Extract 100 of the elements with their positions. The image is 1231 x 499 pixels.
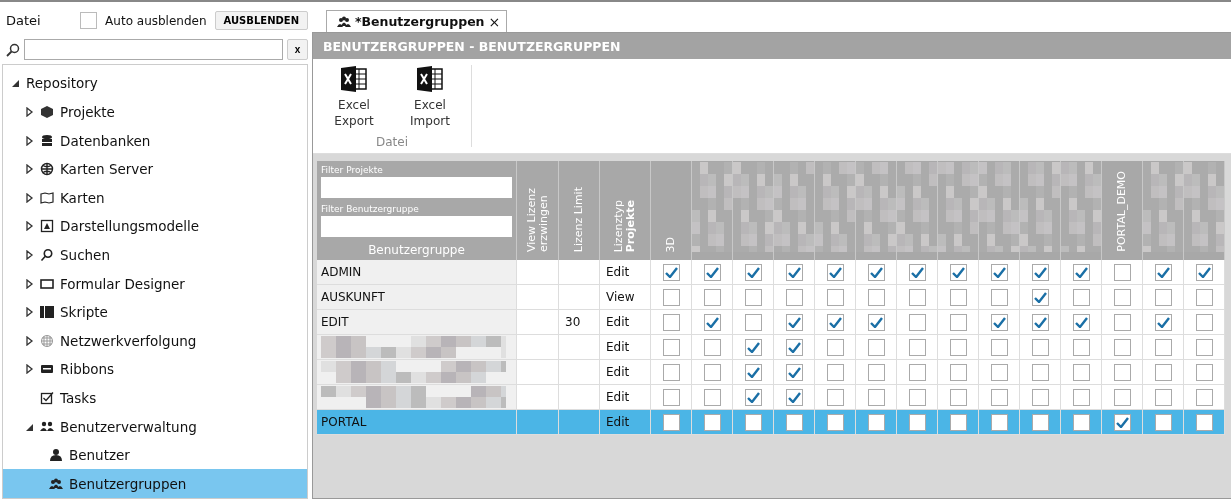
checkbox[interactable] [1154, 338, 1172, 356]
checkbox[interactable] [785, 338, 803, 356]
checkbox[interactable] [703, 263, 721, 281]
checkbox[interactable] [949, 363, 967, 381]
tree-item-row[interactable]: Karten [3, 183, 307, 213]
hide-button[interactable]: AUSBLENDEN [214, 11, 308, 31]
tree-item-row[interactable]: Suchen [3, 240, 307, 270]
checkbox[interactable] [703, 413, 721, 431]
tree-item[interactable]: Benutzergruppen [69, 475, 187, 492]
checkbox[interactable] [744, 263, 762, 281]
document-tab[interactable]: *Benutzergruppen × [326, 10, 508, 32]
checkbox[interactable] [908, 263, 926, 281]
checkbox[interactable] [867, 388, 885, 406]
checkbox[interactable] [1195, 338, 1213, 356]
checkbox[interactable] [785, 288, 803, 306]
tree-item[interactable]: Tasks [60, 389, 97, 406]
checkbox[interactable] [949, 338, 967, 356]
tree-item[interactable]: Darstellungsmodelle [60, 218, 200, 235]
ribbon-button[interactable]: Excel Import [395, 65, 465, 129]
tree-item[interactable]: Skripte [60, 304, 108, 321]
tree-item[interactable]: Benutzer [69, 447, 130, 464]
table-row-header[interactable] [317, 360, 517, 385]
checkbox[interactable] [1195, 388, 1213, 406]
checkbox[interactable] [1195, 363, 1213, 381]
checkbox[interactable] [662, 388, 680, 406]
table-row-header[interactable]: EDIT [317, 310, 517, 335]
table-row-header[interactable]: PORTAL [317, 410, 517, 435]
tree-item-row[interactable]: Tasks [3, 383, 307, 413]
checkbox[interactable] [703, 338, 721, 356]
tree-item[interactable]: Projekte [60, 104, 115, 120]
checkbox[interactable] [1031, 363, 1049, 381]
checkbox[interactable] [867, 338, 885, 356]
checkbox[interactable] [1072, 413, 1090, 431]
collapsed-arrow-icon[interactable] [25, 364, 34, 375]
checkbox[interactable] [1031, 388, 1049, 406]
checkbox[interactable] [867, 263, 885, 281]
table-row-header[interactable] [317, 335, 517, 360]
tree-item[interactable]: Karten Server [60, 161, 154, 178]
checkbox[interactable] [1195, 263, 1213, 281]
table-row-header[interactable]: AUSKUNFT [317, 285, 517, 310]
collapsed-arrow-icon[interactable] [25, 135, 34, 146]
checkbox[interactable] [1113, 288, 1131, 306]
tree-item-row[interactable]: Ribbons [3, 355, 307, 384]
tree-item[interactable]: Repository [26, 75, 98, 92]
tree-item[interactable]: Datenbanken [60, 132, 151, 149]
ribbon-button[interactable]: Excel Export [319, 65, 389, 129]
checkbox[interactable] [990, 363, 1008, 381]
checkbox[interactable] [1195, 313, 1213, 331]
tree-item[interactable]: Netzwerkverfolgung [60, 332, 197, 349]
clear-button[interactable]: x [287, 39, 308, 61]
tree-item-row[interactable]: Datenbanken [3, 126, 307, 155]
filter-field[interactable] [321, 177, 512, 198]
checkbox[interactable] [1113, 413, 1131, 431]
checkbox[interactable] [1113, 388, 1131, 406]
checkbox[interactable] [662, 313, 680, 331]
checkbox[interactable] [1072, 338, 1090, 356]
tree-item[interactable]: Karten [60, 189, 105, 206]
collapsed-arrow-icon[interactable] [25, 164, 34, 175]
checkbox[interactable] [662, 338, 680, 356]
checkbox[interactable] [703, 313, 721, 331]
checkbox[interactable] [990, 288, 1008, 306]
checkbox[interactable] [826, 363, 844, 381]
collapsed-arrow-icon[interactable] [25, 192, 34, 203]
tree-item-row[interactable]: Skripte [3, 297, 307, 327]
checkbox[interactable] [1072, 288, 1090, 306]
checkbox[interactable] [785, 413, 803, 431]
auto-hide-checkbox[interactable] [80, 12, 98, 30]
checkbox[interactable] [949, 263, 967, 281]
checkbox[interactable] [1031, 263, 1049, 281]
checkbox[interactable] [1031, 288, 1049, 306]
collapsed-arrow-icon[interactable] [25, 278, 34, 289]
checkbox[interactable] [744, 413, 762, 431]
checkbox[interactable] [785, 388, 803, 406]
checkbox[interactable] [867, 413, 885, 431]
checkbox[interactable] [908, 338, 926, 356]
checkbox[interactable] [744, 388, 762, 406]
checkbox[interactable] [1195, 413, 1213, 431]
checkbox[interactable] [1113, 313, 1131, 331]
checkbox[interactable] [949, 388, 967, 406]
tree-item[interactable]: Formular Designer [60, 275, 185, 292]
checkbox[interactable] [1072, 388, 1090, 406]
checkbox[interactable] [1154, 288, 1172, 306]
checkbox[interactable] [990, 313, 1008, 331]
checkbox[interactable] [826, 263, 844, 281]
checkbox[interactable] [949, 413, 967, 431]
checkbox[interactable] [867, 313, 885, 331]
tree-item-row[interactable]: Karten Server [3, 154, 307, 184]
checkbox[interactable] [908, 413, 926, 431]
checkbox[interactable] [662, 413, 680, 431]
tree-item-row[interactable]: Benutzerverwaltung [3, 412, 307, 441]
checkbox[interactable] [826, 313, 844, 331]
checkbox[interactable] [1031, 338, 1049, 356]
checkbox[interactable] [1154, 413, 1172, 431]
checkbox[interactable] [662, 288, 680, 306]
checkbox[interactable] [826, 388, 844, 406]
checkbox[interactable] [703, 388, 721, 406]
checkbox[interactable] [867, 288, 885, 306]
checkbox[interactable] [1072, 263, 1090, 281]
expanded-arrow-icon[interactable] [11, 78, 20, 89]
checkbox[interactable] [1195, 288, 1213, 306]
